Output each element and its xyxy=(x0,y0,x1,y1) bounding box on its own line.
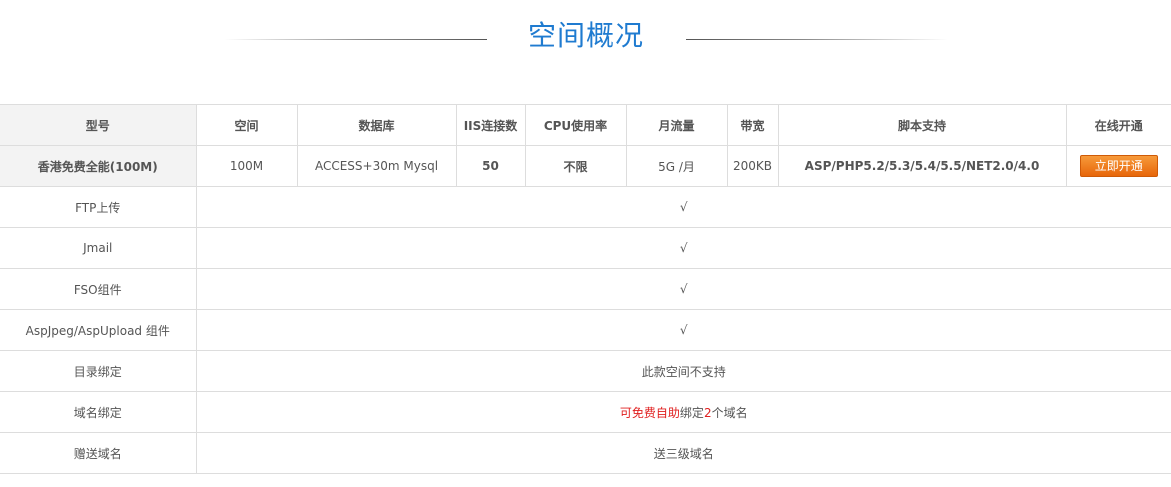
header-database: 数据库 xyxy=(296,104,457,146)
feature-value: 此款空间不支持 xyxy=(195,350,1171,392)
feature-label: 目录绑定 xyxy=(0,350,197,392)
product-scripts: ASP/PHP5.2/5.3/5.4/5.5/NET2.0/4.0 xyxy=(777,145,1067,187)
table-header-row: 型号 空间 数据库 IIS连接数 CPU使用率 月流量 带宽 脚本支持 在线开通 xyxy=(0,104,1171,146)
hosting-spec-table: 型号 空间 数据库 IIS连接数 CPU使用率 月流量 带宽 脚本支持 在线开通… xyxy=(0,104,1171,474)
product-model: 香港免费全能(100M) xyxy=(0,145,197,187)
header-cpu: CPU使用率 xyxy=(524,104,627,146)
header-iis-connections: IIS连接数 xyxy=(455,104,526,146)
domain-binding-prefix: 可 xyxy=(619,405,632,420)
domain-binding-middle: 绑定 xyxy=(679,405,704,420)
feature-row-gift-domain: 赠送域名 送三级域名 xyxy=(0,432,1171,474)
product-bandwidth: 200KB xyxy=(726,145,779,187)
product-iis-connections: 50 xyxy=(455,145,526,187)
order-now-button[interactable]: 立即开通 xyxy=(1079,155,1158,177)
feature-value: √ xyxy=(195,309,1171,351)
feature-label: 赠送域名 xyxy=(0,432,197,474)
title-divider-right xyxy=(686,39,948,40)
domain-binding-suffix: 个域名 xyxy=(711,405,748,420)
feature-label: FSO组件 xyxy=(0,268,197,310)
feature-value: √ xyxy=(195,186,1171,228)
feature-value: 送三级域名 xyxy=(195,432,1171,474)
feature-label: 域名绑定 xyxy=(0,391,197,433)
product-space: 100M xyxy=(195,145,298,187)
feature-row-aspjpeg: AspJpeg/AspUpload 组件 √ xyxy=(0,309,1171,351)
section-header: 空间概况 xyxy=(0,0,1171,104)
feature-row-domain-binding: 域名绑定 可免费自助绑定2个域名 xyxy=(0,391,1171,433)
feature-value: √ xyxy=(195,227,1171,269)
domain-binding-highlight: 免费自助 xyxy=(631,405,680,420)
header-scripts: 脚本支持 xyxy=(777,104,1067,146)
product-database: ACCESS+30m Mysql xyxy=(296,145,457,187)
feature-label: FTP上传 xyxy=(0,186,197,228)
header-bandwidth: 带宽 xyxy=(726,104,779,146)
section-title: 空间概况 xyxy=(527,19,644,52)
feature-label: AspJpeg/AspUpload 组件 xyxy=(0,309,197,351)
feature-value: 可免费自助绑定2个域名 xyxy=(195,391,1171,433)
header-space: 空间 xyxy=(195,104,298,146)
feature-row-jmail: Jmail √ xyxy=(0,227,1171,269)
feature-row-ftp: FTP上传 √ xyxy=(0,186,1171,228)
feature-value: √ xyxy=(195,268,1171,310)
title-divider-left xyxy=(224,39,487,40)
header-model: 型号 xyxy=(0,104,197,146)
product-row: 香港免费全能(100M) 100M ACCESS+30m Mysql 50 不限… xyxy=(0,145,1171,187)
feature-row-fso: FSO组件 √ xyxy=(0,268,1171,310)
product-order-cell: 立即开通 xyxy=(1065,145,1171,187)
product-monthly-traffic: 5G /月 xyxy=(625,145,728,187)
feature-label: Jmail xyxy=(0,227,197,269)
header-order: 在线开通 xyxy=(1065,104,1171,146)
domain-binding-count: 2 xyxy=(703,405,712,420)
product-cpu: 不限 xyxy=(524,145,627,187)
feature-row-directory-binding: 目录绑定 此款空间不支持 xyxy=(0,350,1171,392)
header-monthly-traffic: 月流量 xyxy=(625,104,728,146)
